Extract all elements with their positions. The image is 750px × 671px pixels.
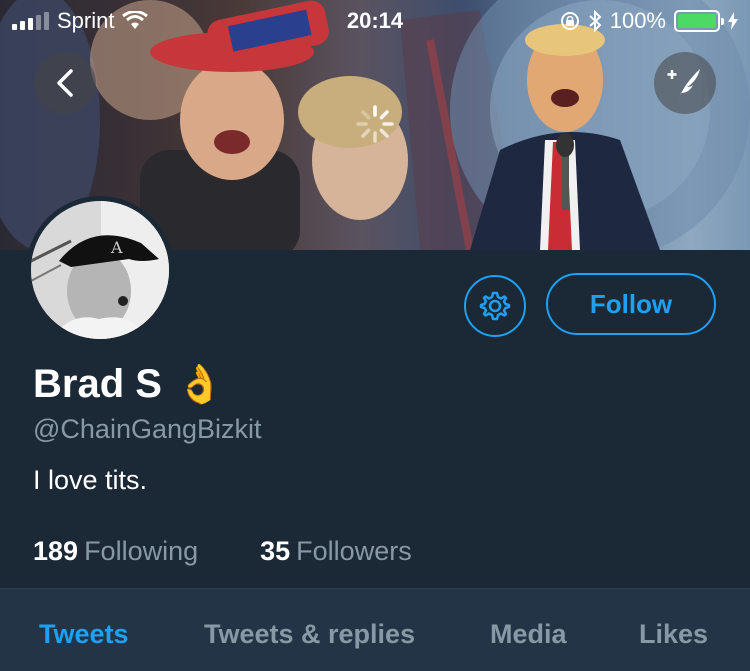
tab-tweets[interactable]: Tweets bbox=[39, 619, 129, 650]
chevron-left-icon bbox=[57, 69, 73, 97]
tab-likes[interactable]: Likes bbox=[639, 619, 708, 650]
followers-label: Followers bbox=[296, 536, 412, 566]
back-button[interactable] bbox=[34, 52, 96, 114]
charging-bolt-icon bbox=[728, 12, 738, 30]
followers-count: 35 bbox=[260, 536, 291, 566]
following-count: 189 bbox=[33, 536, 79, 566]
profile-screen: Sprint 20:14 100% A Follow Brad S 👌 @Cha… bbox=[0, 0, 750, 671]
tab-tweets-and-replies[interactable]: Tweets & replies bbox=[204, 619, 415, 650]
compose-tweet-button[interactable] bbox=[654, 52, 716, 114]
profile-name-row: Brad S 👌 bbox=[33, 362, 223, 407]
following-label: Following bbox=[84, 536, 199, 566]
profile-bio: I love tits. bbox=[33, 465, 148, 495]
avatar[interactable]: A bbox=[26, 196, 174, 344]
battery-icon bbox=[674, 10, 724, 32]
following-stat[interactable]: 189 Following bbox=[33, 536, 198, 567]
status-bar: Sprint 20:14 100% bbox=[0, 0, 750, 40]
svg-text:A: A bbox=[110, 238, 123, 257]
follow-button[interactable]: Follow bbox=[546, 273, 716, 335]
profile-handle: @ChainGangBizkit bbox=[33, 414, 262, 444]
spinner-icon bbox=[356, 105, 394, 143]
profile-name: Brad S bbox=[33, 362, 162, 406]
profile-stats: 189 Following 35 Followers bbox=[33, 536, 474, 567]
bluetooth-icon bbox=[589, 10, 602, 32]
ok-hand-emoji: 👌 bbox=[175, 363, 224, 406]
orientation-lock-icon bbox=[560, 12, 579, 30]
tab-media[interactable]: Media bbox=[490, 619, 567, 650]
followers-stat[interactable]: 35 Followers bbox=[260, 536, 412, 567]
compose-tweet-icon bbox=[667, 69, 700, 98]
avatar-photo: A bbox=[31, 201, 169, 339]
battery-percent: 100% bbox=[609, 8, 666, 33]
profile-tabs: Tweets Tweets & replies Media Likes bbox=[0, 588, 750, 671]
gear-icon bbox=[479, 291, 511, 321]
settings-button[interactable] bbox=[464, 275, 526, 337]
